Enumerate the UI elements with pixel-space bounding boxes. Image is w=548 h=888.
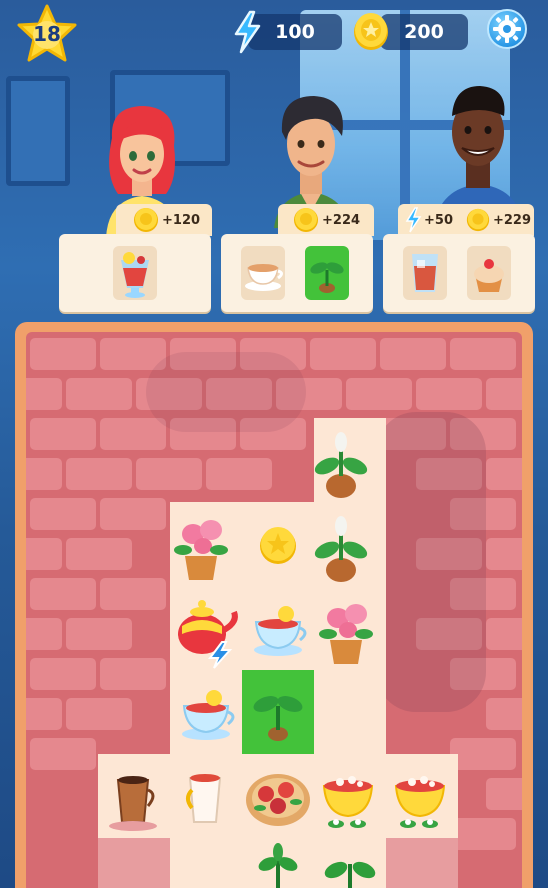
sprout-bulb-item[interactable]: [305, 420, 377, 504]
coins-value: 200: [404, 21, 444, 43]
game-scene: 18 100 200 +120 +224 +50 +229: [0, 0, 548, 888]
plant-item[interactable]: [242, 840, 314, 888]
lightning-energy-icon: [405, 207, 422, 233]
coffee-cup-item[interactable]: [98, 756, 170, 840]
lemon-tea-cup-item[interactable]: [170, 672, 242, 756]
sprout-bulb-item[interactable]: [305, 504, 377, 588]
settings-button[interactable]: [487, 9, 527, 49]
board-cell[interactable]: [314, 670, 386, 754]
order-reward-coins: +224: [322, 212, 361, 228]
board-cell[interactable]: [170, 838, 242, 888]
iced-drink-icon: [412, 254, 438, 292]
order-reward-coins: +229: [492, 212, 532, 228]
lightning-energy-icon: [234, 10, 261, 54]
order-slot: [113, 246, 157, 300]
tea-cup-small-item[interactable]: [170, 756, 242, 840]
teapot-item[interactable]: [168, 586, 244, 670]
coin-icon: [134, 208, 158, 232]
order-reward-coins: +120: [162, 212, 201, 228]
order-slot: [241, 246, 285, 300]
rose-pot-item[interactable]: [165, 504, 237, 588]
gear-icon: [493, 15, 521, 43]
tea-cup-flowers-item[interactable]: [384, 756, 456, 840]
wall-picture-frame: [6, 76, 70, 186]
lemon-tea-cup-item[interactable]: [242, 588, 314, 672]
coins-counter[interactable]: 200: [380, 14, 468, 50]
order-slot: [467, 246, 511, 300]
order-card[interactable]: [221, 234, 373, 312]
level-badge[interactable]: 18: [14, 4, 80, 64]
coin-icon: [466, 208, 490, 232]
coin-icon: [354, 13, 388, 50]
rose-pot-item[interactable]: [310, 588, 382, 672]
order-reward-strip: +224: [278, 204, 374, 236]
order-slot: [403, 246, 447, 300]
plant-item[interactable]: [314, 840, 386, 888]
order-reward-strip: +50 +229: [398, 204, 534, 236]
plant-shadow: [376, 412, 486, 712]
order-card[interactable]: [59, 234, 211, 312]
roses-plate-item[interactable]: [240, 756, 316, 840]
plant-shadow: [146, 352, 306, 432]
sprout-item[interactable]: [242, 672, 314, 756]
order-reward-energy: +50: [424, 212, 453, 228]
board-cell[interactable]: [386, 838, 458, 888]
order-card[interactable]: [383, 234, 535, 312]
order-reward-strip: +120: [116, 204, 212, 236]
tea-cup-flowers-item[interactable]: [312, 756, 384, 840]
sprout-icon: [310, 262, 344, 293]
board-cell[interactable]: [98, 838, 170, 888]
coin-icon: [294, 208, 318, 232]
level-number: 18: [33, 22, 61, 46]
lemon-iced-tea-icon: [121, 252, 149, 298]
tea-cup-icon: [245, 264, 283, 291]
cupcake-icon: [474, 259, 504, 292]
order-slot-ready: [305, 246, 349, 300]
gold-coin-item[interactable]: [242, 504, 314, 588]
